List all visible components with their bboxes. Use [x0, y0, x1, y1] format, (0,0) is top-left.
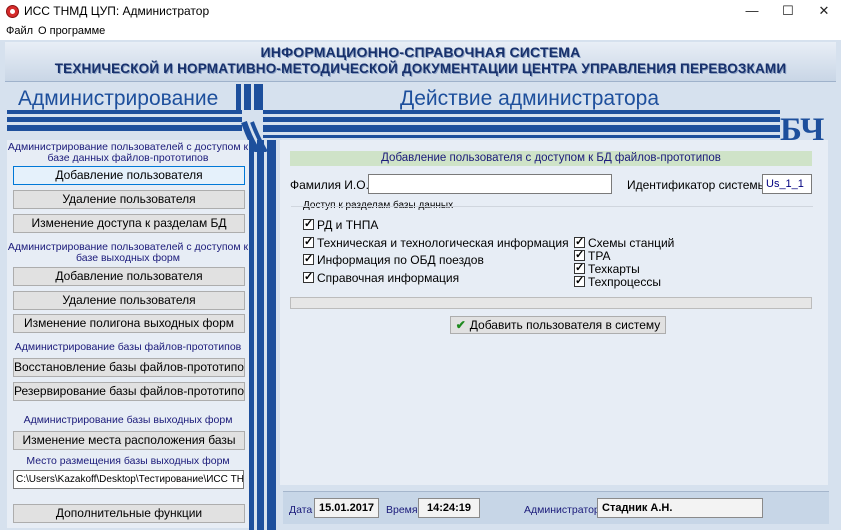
checkbox-box[interactable] — [303, 217, 314, 230]
vertical-stripes — [249, 140, 276, 530]
maximize-button[interactable]: ☐ — [770, 0, 806, 22]
header-banner: ИНФОРМАЦИОННО-СПРАВОЧНАЯ СИСТЕМА ТЕХНИЧЕ… — [5, 42, 836, 82]
delete-user-forms-button[interactable]: Удаление пользователя — [13, 291, 245, 310]
left-section-title: Администрирование — [18, 87, 219, 110]
time-value: 14:24:19 — [418, 498, 480, 518]
header-line-2: ТЕХНИЧЕСКОЙ И НОРМАТИВНО-МЕТОДИЧЕСКОЙ ДО… — [54, 61, 787, 76]
surname-input[interactable] — [368, 174, 612, 194]
window-titlebar: ИСС ТНМД ЦУП: Администратор — ☐ ✕ — [0, 0, 841, 22]
restore-prototypes-button[interactable]: Восстановление базы файлов-прототипов — [13, 358, 245, 377]
checkbox-rd-tnpa[interactable]: РД и ТНПА — [303, 217, 379, 232]
checkbox-box[interactable] — [303, 235, 314, 248]
minimize-button[interactable]: — — [734, 0, 770, 22]
section-prototypes-db-title: Администрирование базы файлов-прототипов — [14, 341, 242, 353]
admin-value: Стадник А.Н. — [597, 498, 763, 518]
change-polygon-button[interactable]: Изменение полигона выходных форм — [13, 314, 245, 333]
delete-user-prototypes-button[interactable]: Удаление пользователя — [13, 190, 245, 209]
path-label: Место размещения базы выходных форм — [26, 455, 230, 467]
menubar: Файл О программе — [0, 22, 841, 40]
backup-prototypes-button[interactable]: Резервирование базы файлов-прототипов — [13, 382, 245, 401]
checkbox-box[interactable] — [574, 235, 585, 248]
checkbox-technical[interactable]: Техническая и технологическая информация — [303, 235, 569, 250]
window-title: ИСС ТНМД ЦУП: Администратор — [24, 4, 210, 18]
date-value: 15.01.2017 — [314, 498, 380, 518]
checkbox-box[interactable] — [303, 252, 314, 265]
sysid-label: Идентификатор системы — [627, 178, 767, 192]
checkbox-label: Информация по ОБД поездов — [317, 253, 484, 267]
add-user-prototypes-button[interactable]: Добавление пользователя — [13, 166, 245, 185]
change-access-button[interactable]: Изменение доступа к разделам БД — [13, 214, 245, 233]
checkbox-label: ТРА — [588, 249, 611, 263]
checkmark-icon: ✔ — [455, 318, 466, 332]
checkbox-techprocesses[interactable]: Техпроцессы — [574, 274, 661, 289]
checkbox-box[interactable] — [574, 261, 585, 274]
time-label: Время — [386, 504, 418, 516]
header-line-1: ИНФОРМАЦИОННО-СПРАВОЧНАЯ СИСТЕМА — [260, 44, 581, 60]
checkbox-reference[interactable]: Справочная информация — [303, 270, 460, 285]
menu-about[interactable]: О программе — [38, 25, 105, 37]
checkbox-label: Справочная информация — [317, 271, 460, 285]
form-title: Добавление пользователя с доступом к БД … — [290, 151, 812, 166]
status-bar: Дата 15.01.2017 Время 14:24:19 Администр… — [283, 491, 829, 524]
checkbox-station-schemes[interactable]: Схемы станций — [574, 235, 675, 250]
path-field[interactable]: C:\Users\Kazakoff\Desktop\Тестирование\И… — [13, 470, 244, 489]
checkbox-label: РД и ТНПА — [317, 218, 379, 232]
date-label: Дата — [289, 504, 313, 516]
checkbox-label: Техпроцессы — [588, 275, 661, 289]
change-location-button[interactable]: Изменение места расположения базы — [13, 431, 245, 450]
section-users-forms-title: Администрирование пользователей с доступ… — [7, 241, 249, 264]
close-button[interactable]: ✕ — [806, 0, 841, 22]
section-forms-db-title: Администрирование базы выходных форм — [23, 414, 233, 426]
menu-file[interactable]: Файл — [6, 25, 33, 37]
app-icon — [6, 5, 19, 18]
surname-label: Фамилия И.О. — [290, 178, 369, 192]
checkbox-obd[interactable]: Информация по ОБД поездов — [303, 252, 484, 267]
add-user-to-system-label: Добавить пользователя в систему — [469, 318, 661, 332]
checkbox-box[interactable] — [574, 274, 585, 287]
checkbox-box[interactable] — [303, 270, 314, 283]
checkbox-label: Техническая и технологическая информация — [317, 236, 569, 250]
checkbox-label: Схемы станций — [588, 236, 675, 250]
add-user-forms-button[interactable]: Добавление пользователя — [13, 267, 245, 286]
extra-functions-button[interactable]: Дополнительные функции — [13, 504, 245, 523]
progress-bar — [290, 297, 812, 309]
checkbox-box[interactable] — [574, 248, 585, 261]
section-users-prototypes-title: Администрирование пользователей с доступ… — [7, 141, 249, 164]
sysid-input[interactable]: Us_1_1 — [762, 174, 812, 194]
checkbox-label: Техкарты — [588, 262, 640, 276]
add-user-to-system-button[interactable]: ✔ Добавить пользователя в систему — [450, 316, 666, 334]
right-section-title: Действие администратора — [400, 87, 660, 110]
admin-label: Администратор — [524, 504, 600, 516]
